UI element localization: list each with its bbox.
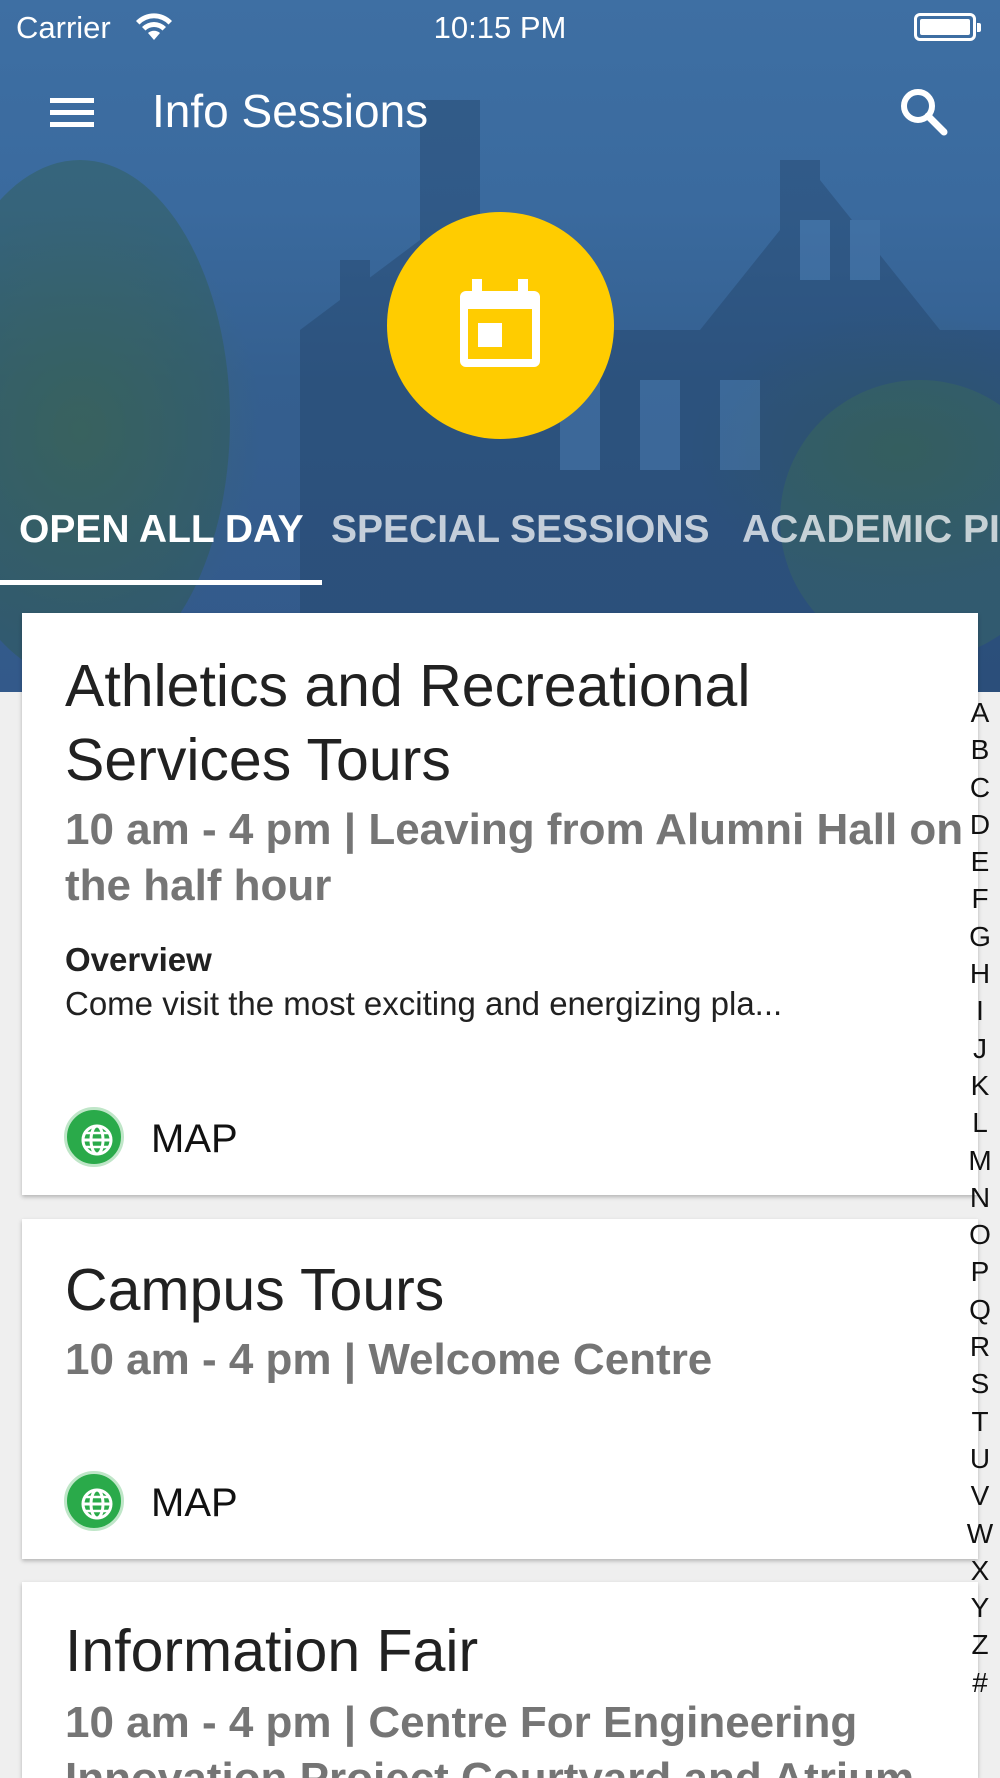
map-button[interactable]: MAP <box>64 1107 304 1169</box>
index-letter[interactable]: H <box>964 955 996 992</box>
index-letter[interactable]: A <box>964 694 996 731</box>
map-label: MAP <box>151 1117 238 1161</box>
index-letter[interactable]: C <box>964 769 996 806</box>
battery-icon <box>914 13 981 41</box>
index-letter[interactable]: T <box>964 1403 996 1440</box>
session-time-location: 10 am - 4 pm | Centre For Engineering In… <box>65 1698 914 1778</box>
status-time: 10:15 PM <box>433 10 567 45</box>
status-bar: Carrier 10:15 PM <box>0 0 1000 54</box>
index-letter[interactable]: G <box>964 918 996 955</box>
index-letter[interactable]: W <box>964 1515 996 1552</box>
session-card[interactable]: Athletics and Recreational Services Tour… <box>22 613 978 1195</box>
session-title: Athletics and Recreational Services Tour… <box>65 653 751 793</box>
index-letter[interactable]: D <box>964 806 996 843</box>
map-button[interactable]: MAP <box>64 1471 304 1533</box>
index-letter[interactable]: M <box>964 1142 996 1179</box>
session-card[interactable]: Campus Tours 10 am - 4 pm | Welcome Cent… <box>22 1219 978 1559</box>
session-time-location: 10 am - 4 pm | Leaving from Alumni Hall … <box>65 805 964 910</box>
tab-special-sessions[interactable]: SPECIAL SESSIONS <box>331 508 710 552</box>
index-letter[interactable]: # <box>964 1664 996 1701</box>
index-letter[interactable]: P <box>964 1253 996 1290</box>
calendar-badge <box>387 212 614 439</box>
index-letter[interactable]: V <box>964 1477 996 1514</box>
index-letter[interactable]: U <box>964 1440 996 1477</box>
index-letter[interactable]: L <box>964 1104 996 1141</box>
index-letter[interactable]: E <box>964 843 996 880</box>
index-letter[interactable]: J <box>964 1030 996 1067</box>
search-icon[interactable] <box>894 82 954 142</box>
overview-label: Overview <box>65 941 212 978</box>
index-letter[interactable]: S <box>964 1365 996 1402</box>
alphabet-index[interactable]: A B C D E F G H I J K L M N O P Q R S T U V W X Y Z # <box>964 694 996 1701</box>
index-letter[interactable]: Q <box>964 1291 996 1328</box>
index-letter[interactable]: N <box>964 1179 996 1216</box>
index-letter[interactable]: B <box>964 731 996 768</box>
index-letter[interactable]: Z <box>964 1626 996 1663</box>
session-title: Information Fair <box>65 1618 479 1684</box>
index-letter[interactable]: R <box>964 1328 996 1365</box>
index-letter[interactable]: F <box>964 880 996 917</box>
index-letter[interactable]: K <box>964 1067 996 1104</box>
session-time-location: 10 am - 4 pm | Welcome Centre <box>65 1335 713 1384</box>
calendar-icon <box>460 279 540 367</box>
overview-text: Come visit the most exciting and energiz… <box>65 985 783 1022</box>
tab-indicator <box>0 580 322 585</box>
globe-icon <box>64 1107 124 1167</box>
toolbar: Info Sessions <box>0 62 1000 162</box>
header-hero: Carrier 10:15 PM Info Sessions OPEN ALL … <box>0 0 1000 692</box>
tab-bar: OPEN ALL DAY SPECIAL SESSIONS ACADEMIC P… <box>0 500 1000 586</box>
index-letter[interactable]: X <box>964 1552 996 1589</box>
tab-open-all-day[interactable]: OPEN ALL DAY <box>19 508 304 552</box>
tab-academic-programs[interactable]: ACADEMIC PI <box>742 508 1000 552</box>
index-letter[interactable]: O <box>964 1216 996 1253</box>
menu-icon[interactable] <box>44 88 100 138</box>
index-letter[interactable]: Y <box>964 1589 996 1626</box>
session-card[interactable]: Information Fair 10 am - 4 pm | Centre F… <box>22 1582 978 1778</box>
map-label: MAP <box>151 1481 238 1525</box>
session-title: Campus Tours <box>65 1257 445 1323</box>
index-letter[interactable]: I <box>964 992 996 1029</box>
page-title: Info Sessions <box>152 85 429 137</box>
globe-icon <box>64 1471 124 1531</box>
